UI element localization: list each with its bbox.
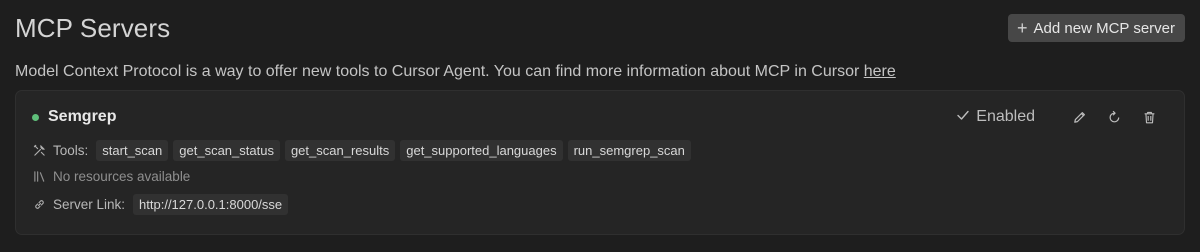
mcp-settings-page: MCP Servers + Add new MCP server Model C… xyxy=(0,0,1200,252)
library-icon xyxy=(32,170,46,184)
tool-chip: run_semgrep_scan xyxy=(567,140,691,161)
plus-icon: + xyxy=(1017,17,1028,38)
tools-icon xyxy=(32,144,46,158)
refresh-icon[interactable] xyxy=(1105,108,1123,126)
resources-text: No resources available xyxy=(53,169,191,184)
tool-chip: get_scan_status xyxy=(173,140,280,161)
add-mcp-server-label: Add new MCP server xyxy=(1033,19,1175,37)
enabled-toggle[interactable]: Enabled xyxy=(956,108,1035,127)
header: MCP Servers + Add new MCP server xyxy=(15,12,1185,44)
status-dot xyxy=(32,113,39,121)
description-text: Model Context Protocol is a way to offer… xyxy=(15,63,864,80)
link-icon xyxy=(32,198,46,212)
server-link-url[interactable]: http://127.0.0.1:8000/sse xyxy=(133,194,289,215)
tool-chip: get_scan_results xyxy=(284,140,396,161)
server-link-label: Server Link: xyxy=(53,197,126,212)
server-card: Semgrep Enabled Tools: start_scan get_sc… xyxy=(15,90,1185,235)
add-mcp-server-button[interactable]: + Add new MCP server xyxy=(1008,14,1185,42)
trash-icon[interactable] xyxy=(1140,108,1158,126)
tool-chip: start_scan xyxy=(96,140,169,161)
check-icon xyxy=(956,108,970,127)
pencil-icon[interactable] xyxy=(1070,108,1088,126)
server-title: Semgrep xyxy=(32,108,116,126)
tool-chip: get_supported_languages xyxy=(400,140,563,161)
more-info-link[interactable]: here xyxy=(864,63,896,80)
server-name: Semgrep xyxy=(48,108,117,125)
tools-label: Tools: xyxy=(53,143,89,158)
server-link-row: Server Link: http://127.0.0.1:8000/sse xyxy=(32,194,1168,215)
server-actions: Enabled xyxy=(956,108,1158,127)
page-title: MCP Servers xyxy=(15,12,171,43)
tools-row: Tools: start_scan get_scan_status get_sc… xyxy=(32,140,1168,161)
server-card-header: Semgrep Enabled xyxy=(32,105,1168,129)
enabled-label: Enabled xyxy=(976,108,1035,125)
resources-row: No resources available xyxy=(32,169,1168,184)
description: Model Context Protocol is a way to offer… xyxy=(15,63,1185,81)
